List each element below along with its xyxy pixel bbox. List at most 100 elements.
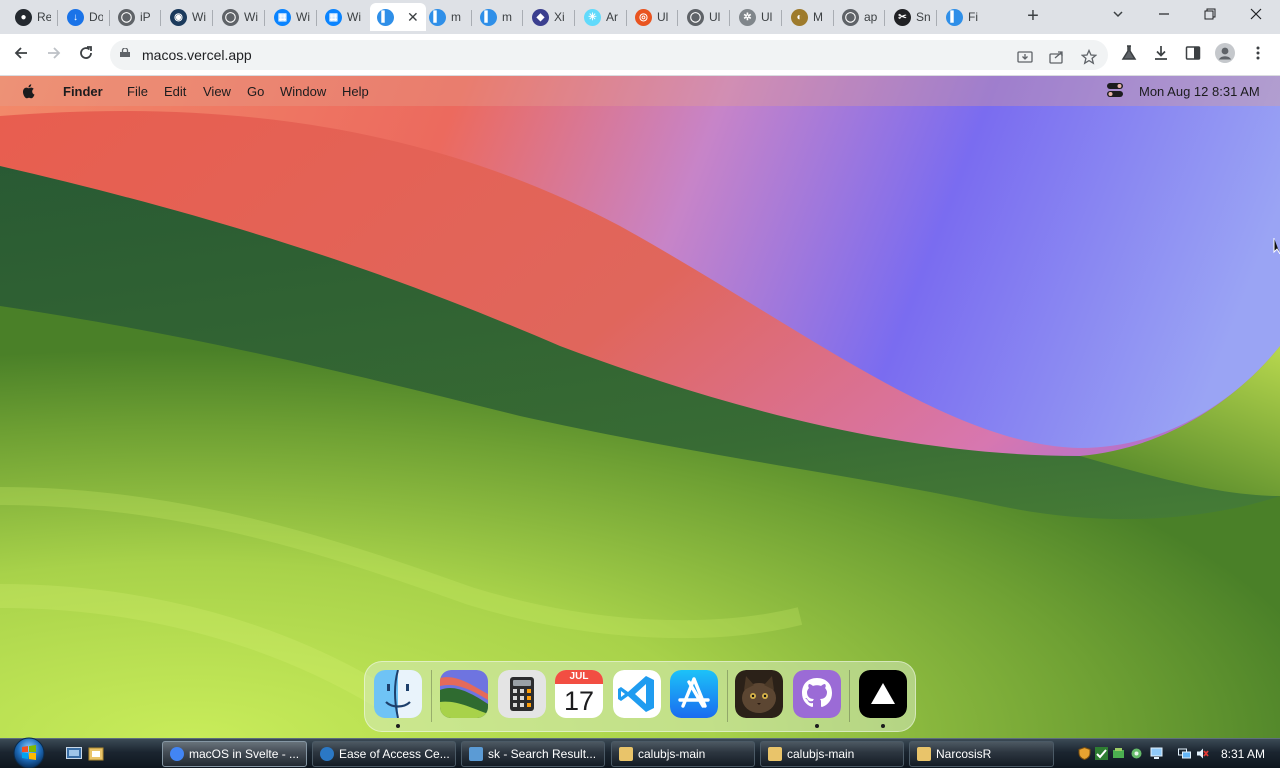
menu-help[interactable]: Help bbox=[342, 84, 369, 99]
dock-app-calendar[interactable]: JUL 17 bbox=[555, 670, 603, 718]
browser-tab[interactable]: ✳ Ar bbox=[577, 3, 627, 31]
install-app-icon[interactable] bbox=[1016, 49, 1034, 67]
browser-tab[interactable]: ◯ Wi bbox=[215, 3, 265, 31]
back-button[interactable] bbox=[9, 43, 33, 67]
taskbar-button[interactable]: calubjs-main bbox=[760, 741, 904, 767]
apple-logo-icon[interactable] bbox=[22, 83, 36, 99]
close-tab-icon[interactable]: ✕ bbox=[407, 9, 419, 26]
display-icon[interactable] bbox=[1150, 747, 1163, 760]
calendar-day: 17 bbox=[563, 686, 595, 716]
volume-muted-icon[interactable] bbox=[1196, 747, 1209, 760]
share-icon[interactable] bbox=[1048, 49, 1066, 67]
browser-tab[interactable]: ▦ Wi bbox=[318, 3, 368, 31]
side-panel-button[interactable] bbox=[1181, 43, 1205, 67]
github-icon: ● bbox=[15, 8, 32, 26]
browser-tab[interactable]: ◯ Ul bbox=[680, 3, 730, 31]
dock-app-finder[interactable] bbox=[374, 670, 422, 718]
reload-button[interactable] bbox=[74, 43, 98, 67]
menu-window[interactable]: Window bbox=[280, 84, 326, 99]
menu-bar-clock[interactable]: Mon Aug 12 8:31 AM bbox=[1139, 84, 1260, 99]
tab-separator bbox=[471, 10, 472, 26]
tab-title: Wi bbox=[296, 10, 310, 24]
close-window-button[interactable] bbox=[1236, 4, 1276, 28]
running-indicator bbox=[815, 724, 819, 728]
dock-app-app-store[interactable] bbox=[670, 670, 718, 718]
menu-file[interactable]: File bbox=[127, 84, 148, 99]
tab-separator bbox=[936, 10, 937, 26]
taskbar-button[interactable]: sk - Search Result... bbox=[461, 741, 605, 767]
tab-title: M bbox=[813, 10, 823, 24]
dock-app-github[interactable] bbox=[793, 670, 841, 718]
tab-separator bbox=[729, 10, 730, 26]
security-shield-icon[interactable] bbox=[1078, 747, 1091, 760]
browser-tab[interactable]: ◯ ap bbox=[835, 3, 885, 31]
browser-tab[interactable]: ▦ Wi bbox=[267, 3, 317, 31]
forward-button[interactable] bbox=[42, 43, 66, 67]
menu-edit[interactable]: Edit bbox=[164, 84, 186, 99]
browser-tab[interactable]: ◉ Wi bbox=[163, 3, 213, 31]
downloads-button[interactable] bbox=[1149, 43, 1173, 67]
browser-tab[interactable]: ◐ M bbox=[784, 3, 834, 31]
profile-button[interactable] bbox=[1213, 43, 1237, 67]
monitor-connection-icon[interactable] bbox=[1178, 747, 1191, 760]
extensions-button[interactable] bbox=[1117, 43, 1141, 67]
taskbar-button[interactable]: Ease of Access Ce... bbox=[312, 741, 456, 767]
dock-separator bbox=[849, 670, 850, 722]
plugin-icon[interactable] bbox=[1130, 747, 1143, 760]
antivirus-check-icon[interactable] bbox=[1095, 747, 1108, 760]
more-menu-button[interactable] bbox=[1246, 43, 1270, 67]
tab-separator bbox=[57, 10, 58, 26]
ease-of-access-icon bbox=[320, 747, 334, 761]
dock-app-vercel[interactable] bbox=[859, 670, 907, 718]
taskbar-button-label: Ease of Access Ce... bbox=[339, 747, 450, 761]
minimize-button[interactable] bbox=[1144, 4, 1184, 28]
show-desktop-icon[interactable] bbox=[66, 747, 82, 761]
new-tab-button[interactable]: + bbox=[1022, 6, 1044, 28]
folder-icon bbox=[619, 747, 633, 761]
browser-tab[interactable]: ↓ Do bbox=[60, 3, 110, 31]
running-indicator bbox=[881, 724, 885, 728]
browser-tab[interactable]: ✂ Sn bbox=[887, 3, 937, 31]
restore-button[interactable] bbox=[1190, 4, 1230, 28]
browser-tab[interactable]: ◯ iP bbox=[111, 3, 161, 31]
xi-icon: ◆ bbox=[532, 8, 549, 26]
mac-menu-bar: Finder File Edit View Go Window Help Mon… bbox=[0, 76, 1280, 106]
tab-search-button[interactable] bbox=[1098, 4, 1138, 28]
bookmark-star-icon[interactable] bbox=[1080, 48, 1098, 67]
browser-tab[interactable]: ▍ Fi bbox=[939, 3, 989, 31]
finder-icon: ▍ bbox=[946, 8, 963, 26]
dock-app-vscode[interactable] bbox=[613, 670, 661, 718]
tab-separator bbox=[781, 10, 782, 26]
browser-tab[interactable]: ◆ Xi bbox=[525, 3, 575, 31]
browser-tab[interactable]: ▍ m bbox=[473, 3, 523, 31]
start-button[interactable] bbox=[10, 736, 48, 768]
active-app-name[interactable]: Finder bbox=[63, 84, 103, 99]
windows-logo-icon: ▦ bbox=[274, 8, 291, 26]
browser-tab[interactable]: ✲ Ul bbox=[732, 3, 782, 31]
control-center-icon[interactable] bbox=[1106, 82, 1124, 98]
tab-title: Wi bbox=[244, 10, 258, 24]
dock-app-purrfect-cat[interactable] bbox=[735, 670, 783, 718]
network-icon[interactable] bbox=[1112, 747, 1125, 760]
taskbar-button-label: calubjs-main bbox=[787, 747, 855, 761]
menu-view[interactable]: View bbox=[203, 84, 231, 99]
taskbar-button[interactable]: macOS in Svelte - ... bbox=[162, 741, 307, 767]
browser-tab[interactable]: ▍ m bbox=[422, 3, 472, 31]
macos-desktop[interactable]: Finder File Edit View Go Window Help Mon… bbox=[0, 76, 1280, 738]
dock-app-wallpapers[interactable] bbox=[440, 670, 488, 718]
lock-icon bbox=[120, 48, 130, 57]
calendar-month: JUL bbox=[555, 670, 603, 684]
menu-go[interactable]: Go bbox=[247, 84, 264, 99]
tab-title: Sn bbox=[916, 10, 930, 24]
browser-tab[interactable]: ▍ ✕ bbox=[370, 3, 426, 31]
quick-launch-folder-icon[interactable] bbox=[88, 747, 104, 761]
system-clock[interactable]: 8:31 AM bbox=[1221, 747, 1265, 761]
browser-tab[interactable]: ● Re bbox=[8, 3, 58, 31]
tab-title: Ar bbox=[606, 10, 618, 24]
tab-title: iP bbox=[140, 10, 151, 24]
dock-app-calculator[interactable] bbox=[498, 670, 546, 718]
address-bar[interactable]: macos.vercel.app bbox=[110, 40, 1108, 70]
taskbar-button[interactable]: NarcosisR bbox=[909, 741, 1054, 767]
browser-tab[interactable]: ◎ Ul bbox=[628, 3, 678, 31]
taskbar-button[interactable]: calubjs-main bbox=[611, 741, 755, 767]
